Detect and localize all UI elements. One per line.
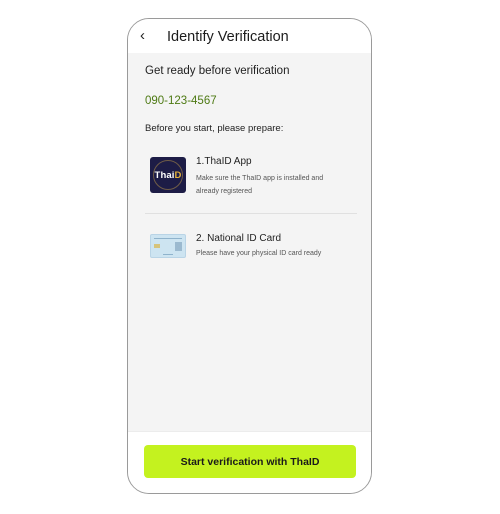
chevron-left-icon[interactable]: ‹ [140,27,156,45]
id-card-icon [150,234,186,258]
intro-subtitle: Get ready before verification [145,65,290,77]
requirement-description-id-card: Please have your physical ID card ready [196,250,322,257]
requirement-description-thaid-app: Make sure the ThaID app is installed and… [196,175,324,195]
requirement-title-thaid-app: 1.ThaID App [196,156,252,167]
page-title: Identify Verification [167,29,289,45]
app-header: ‹ Identify Verification [128,19,371,53]
requirement-title-id-card: 2. National ID Card [196,233,282,244]
phone-number: 090-123-4567 [145,95,217,107]
phone-frame: ‹ Identify Verification Get ready before… [127,18,372,494]
footer-bar: Start verification with ThaID [128,431,371,493]
thaid-app-icon: ThaiD [150,157,186,193]
start-verification-button[interactable]: Start verification with ThaID [144,445,356,478]
divider [145,213,357,214]
prepare-label: Before you start, please prepare: [145,123,284,134]
